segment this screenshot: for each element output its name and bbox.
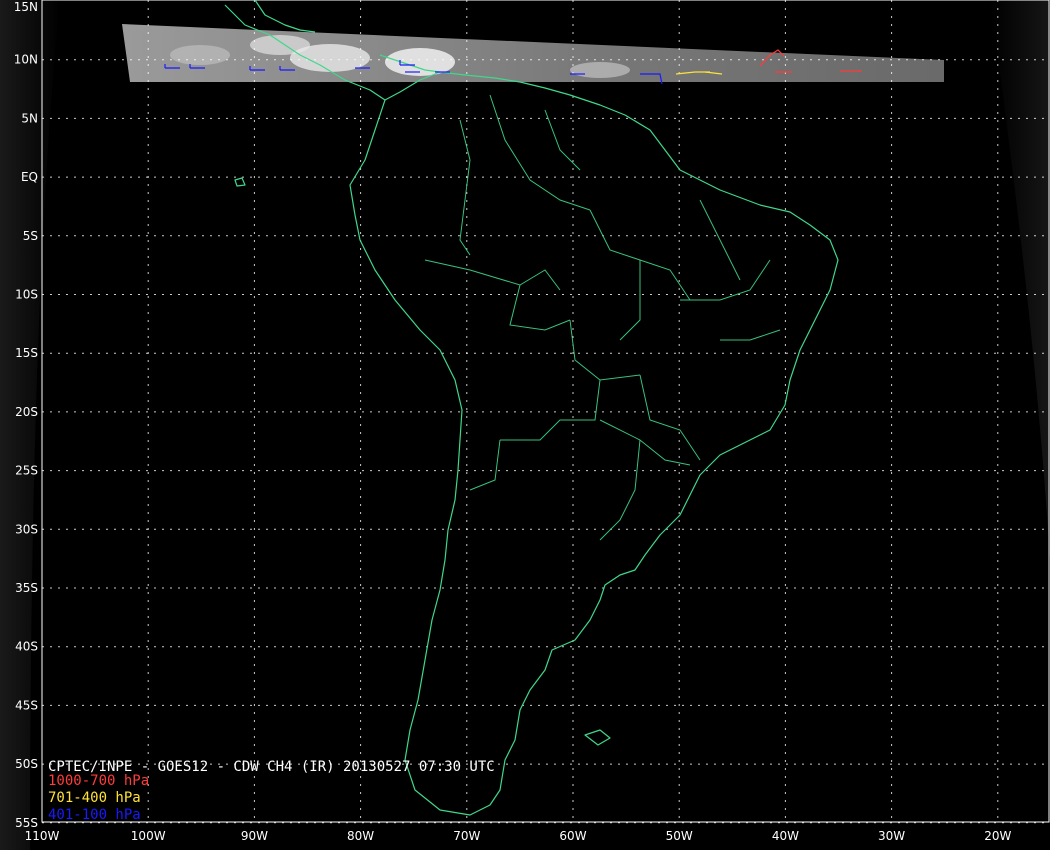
lat-label: 50S	[15, 757, 38, 771]
lat-label: 40S	[15, 640, 38, 654]
lon-label: 70W	[453, 829, 480, 843]
lon-label: 40W	[772, 829, 799, 843]
disk-edge-right	[990, 0, 1050, 560]
ir-image-strip	[122, 24, 944, 82]
lat-label: 25S	[15, 464, 38, 478]
coastlines	[224, 0, 839, 816]
lat-label: 10N	[14, 53, 38, 67]
lon-label: 50W	[666, 829, 693, 843]
lon-label: 100W	[131, 829, 166, 843]
lon-label: 90W	[241, 829, 268, 843]
lat-label: 5S	[23, 229, 38, 243]
map-frame	[41, 0, 1050, 823]
lon-label: 60W	[559, 829, 586, 843]
disk-edge-left	[0, 0, 60, 850]
lat-label: 30S	[15, 522, 38, 536]
lat-label: 20S	[15, 405, 38, 419]
lon-label: 110W	[25, 829, 60, 843]
lat-label: EQ	[21, 170, 38, 184]
longitude-labels: 110W 100W 90W 80W 70W 60W 50W 40W 30W 20W	[25, 829, 1012, 843]
satellite-map: 15N 10N 5N EQ 5S 10S 15S 20S 25S 30S 35S 40S 45S 50S 5…	[0, 0, 1050, 850]
lat-label: 35S	[15, 581, 38, 595]
legend-low: 1000-700 hPa	[48, 773, 149, 789]
lon-label: 80W	[347, 829, 374, 843]
lat-label: 15N	[14, 0, 38, 14]
lat-label: 5N	[21, 111, 38, 125]
country-borders	[424, 94, 781, 541]
legend-high: 401-100 hPa	[48, 807, 141, 823]
lon-label: 20W	[984, 829, 1011, 843]
lat-lon-grid	[41, 0, 1050, 824]
lat-label: 10S	[15, 288, 38, 302]
lat-label: 55S	[15, 816, 38, 830]
lat-label: 15S	[15, 346, 38, 360]
legend-mid: 701-400 hPa	[48, 790, 141, 806]
lon-label: 30W	[878, 829, 905, 843]
lat-label: 45S	[15, 698, 38, 712]
